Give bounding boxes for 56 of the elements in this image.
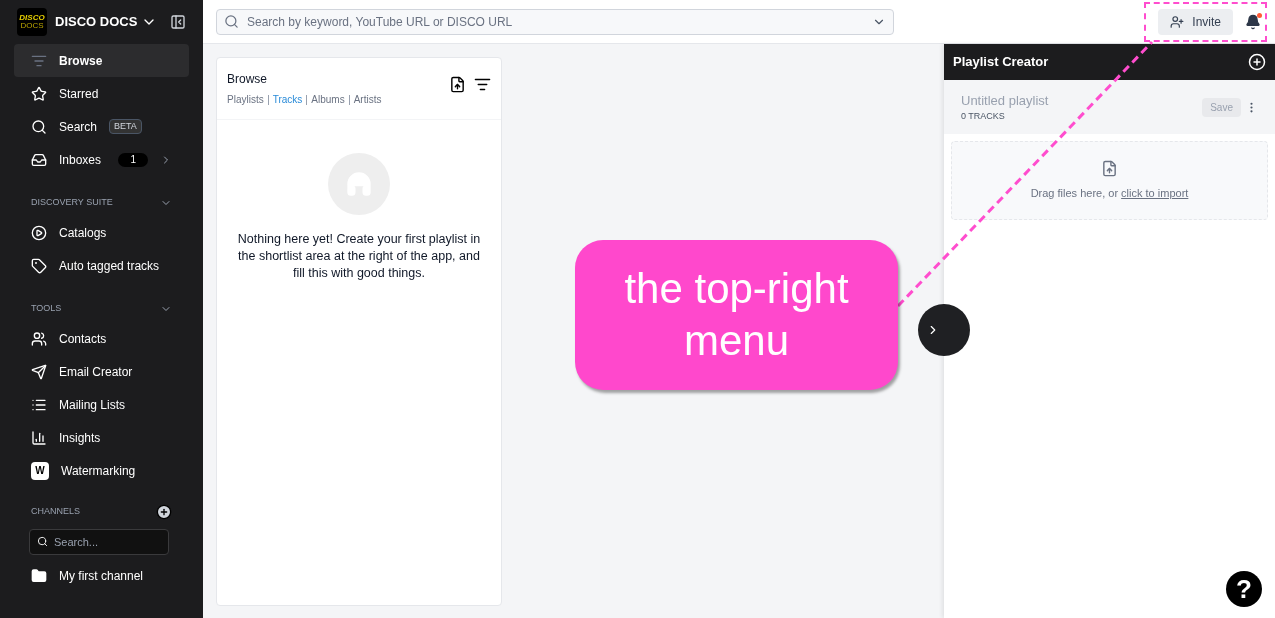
empty-message: Nothing here yet! Create your first playlist in the shortlist area at the right of the app, and fill this with good things. [236, 231, 482, 282]
nav-item[interactable]: Mailing Lists [14, 388, 189, 421]
search-icon [224, 13, 239, 29]
channel-search-field[interactable]: Search... [29, 529, 169, 555]
bell-icon[interactable] [1245, 13, 1261, 30]
nav-item[interactable]: Insights [14, 421, 189, 454]
upload-icon[interactable] [449, 76, 466, 93]
track-count: 0 TRACKS [961, 110, 1006, 123]
nav-item[interactable]: Browse [14, 44, 189, 77]
collapse-icon[interactable] [170, 14, 186, 30]
card-title: Browse [227, 71, 268, 88]
invite-button[interactable]: Invite [1158, 8, 1233, 35]
add-icon[interactable] [156, 504, 172, 520]
playlist-name-field[interactable]: Untitled playlist [961, 90, 1111, 110]
search-icon [37, 536, 48, 547]
beta-badge: BETA [109, 118, 142, 135]
logo-icon: DISCO DOCS [17, 8, 47, 36]
people-icon [31, 330, 47, 347]
filter-tab[interactable]: Tracks [272, 92, 303, 107]
filter-tab[interactable]: Artists [353, 92, 382, 107]
section-title: CHANNELS [31, 505, 80, 519]
nav-item[interactable]: Auto tagged tracks [14, 249, 189, 282]
section-title: DISCOVERY SUITE [31, 196, 113, 210]
nav-item[interactable]: Inboxes 1 [14, 143, 189, 176]
chart-icon [31, 429, 47, 446]
help-button[interactable]: ? [1226, 571, 1262, 607]
panel-title: Playlist Creator [953, 53, 1049, 72]
nav-item[interactable]: Catalogs [14, 216, 189, 249]
drop-zone[interactable]: Drag files here, or click to import [951, 141, 1268, 220]
filter-tab[interactable]: Playlists [227, 92, 264, 107]
add-person-icon [1170, 14, 1185, 29]
search-field[interactable]: Search by keyword, YouTube URL or DISCO URL [216, 8, 894, 35]
callout-bubble: the top-right menu [575, 240, 898, 390]
drop-text: Drag files here, or click to import [1030, 185, 1189, 201]
workspace-button[interactable]: DISCO DOCS [55, 12, 158, 32]
star-icon [31, 85, 47, 102]
send-icon [31, 363, 47, 380]
nav-item[interactable]: Contacts [14, 322, 189, 355]
nav-item[interactable]: Starred [14, 77, 189, 110]
nav-item[interactable]: Search BETA [14, 110, 189, 143]
search-icon [31, 118, 47, 135]
folder-icon [31, 567, 47, 584]
filter-tab[interactable]: Albums [311, 92, 345, 107]
letter-icon: W [31, 461, 49, 480]
channel-item[interactable]: My first channel [14, 559, 189, 592]
play-icon [31, 224, 47, 241]
section-title: TOOLS [31, 302, 62, 316]
inbox-icon [31, 151, 47, 168]
expand-button[interactable] [918, 304, 970, 356]
tag-icon [31, 257, 47, 274]
filter-icon[interactable] [474, 76, 491, 93]
import-link[interactable]: click to import [1121, 186, 1189, 199]
upload-icon [1101, 159, 1118, 177]
nav-item[interactable]: Email Creator [14, 355, 189, 388]
nav-item[interactable]: W Watermarking [14, 454, 189, 487]
count-badge: 1 [118, 152, 148, 167]
